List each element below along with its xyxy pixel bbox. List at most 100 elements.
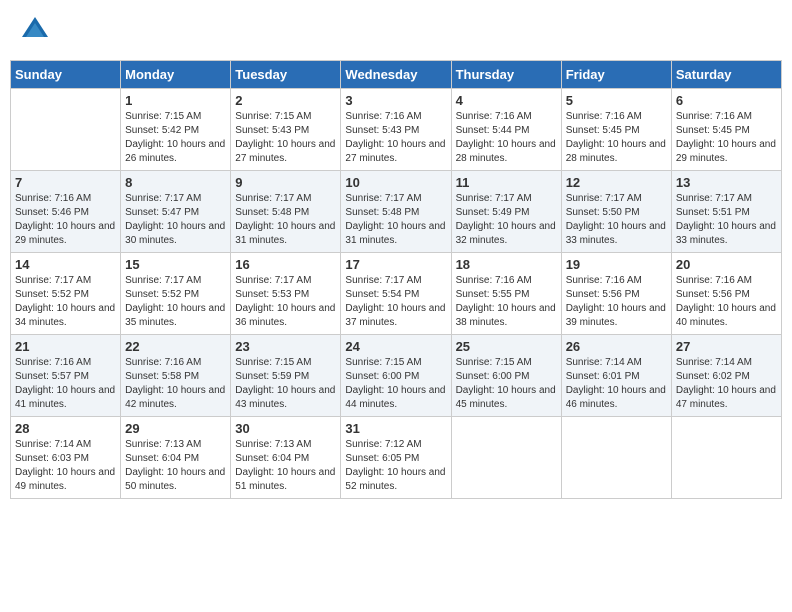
calendar-cell: 9 Sunrise: 7:17 AM Sunset: 5:48 PM Daylig… <box>231 171 341 253</box>
calendar-cell: 28 Sunrise: 7:14 AM Sunset: 6:03 PM Dayli… <box>11 417 121 499</box>
day-number: 15 <box>125 257 226 272</box>
day-number: 11 <box>456 175 557 190</box>
calendar-cell: 15 Sunrise: 7:17 AM Sunset: 5:52 PM Dayli… <box>121 253 231 335</box>
day-number: 20 <box>676 257 777 272</box>
day-info: Sunrise: 7:16 AM Sunset: 5:44 PM Dayligh… <box>456 110 557 166</box>
day-number: 7 <box>15 175 116 190</box>
day-info: Sunrise: 7:16 AM Sunset: 5:46 PM Dayligh… <box>15 192 116 248</box>
day-number: 12 <box>566 175 667 190</box>
day-number: 13 <box>676 175 777 190</box>
calendar-cell: 12 Sunrise: 7:17 AM Sunset: 5:50 PM Dayli… <box>561 171 671 253</box>
calendar-cell: 29 Sunrise: 7:13 AM Sunset: 6:04 PM Dayli… <box>121 417 231 499</box>
day-info: Sunrise: 7:17 AM Sunset: 5:49 PM Dayligh… <box>456 192 557 248</box>
calendar-table: SundayMondayTuesdayWednesdayThursdayFrid… <box>10 60 782 499</box>
day-info: Sunrise: 7:16 AM Sunset: 5:56 PM Dayligh… <box>676 274 777 330</box>
day-info: Sunrise: 7:16 AM Sunset: 5:57 PM Dayligh… <box>15 356 116 412</box>
calendar-cell: 5 Sunrise: 7:16 AM Sunset: 5:45 PM Daylig… <box>561 89 671 171</box>
day-number: 22 <box>125 339 226 354</box>
logo <box>20 15 54 45</box>
day-info: Sunrise: 7:17 AM Sunset: 5:48 PM Dayligh… <box>235 192 336 248</box>
day-info: Sunrise: 7:14 AM Sunset: 6:01 PM Dayligh… <box>566 356 667 412</box>
day-info: Sunrise: 7:15 AM Sunset: 5:43 PM Dayligh… <box>235 110 336 166</box>
day-number: 24 <box>345 339 446 354</box>
calendar-header-row: SundayMondayTuesdayWednesdayThursdayFrid… <box>11 61 782 89</box>
day-header-sunday: Sunday <box>11 61 121 89</box>
day-header-tuesday: Tuesday <box>231 61 341 89</box>
day-info: Sunrise: 7:17 AM Sunset: 5:50 PM Dayligh… <box>566 192 667 248</box>
day-number: 1 <box>125 93 226 108</box>
calendar-cell: 7 Sunrise: 7:16 AM Sunset: 5:46 PM Daylig… <box>11 171 121 253</box>
day-number: 28 <box>15 421 116 436</box>
calendar-cell: 27Sunrise: 7:14 AM Sunset: 6:02 PM Dayli… <box>671 335 781 417</box>
page-header <box>10 10 782 50</box>
day-number: 4 <box>456 93 557 108</box>
calendar-cell <box>671 417 781 499</box>
day-info: Sunrise: 7:17 AM Sunset: 5:52 PM Dayligh… <box>15 274 116 330</box>
day-info: Sunrise: 7:12 AM Sunset: 6:05 PM Dayligh… <box>345 438 446 494</box>
day-info: Sunrise: 7:15 AM Sunset: 5:59 PM Dayligh… <box>235 356 336 412</box>
day-header-monday: Monday <box>121 61 231 89</box>
calendar-cell: 20 Sunrise: 7:16 AM Sunset: 5:56 PM Dayli… <box>671 253 781 335</box>
day-number: 23 <box>235 339 336 354</box>
calendar-cell: 16Sunrise: 7:17 AM Sunset: 5:53 PM Dayli… <box>231 253 341 335</box>
day-info: Sunrise: 7:13 AM Sunset: 6:04 PM Dayligh… <box>125 438 226 494</box>
calendar-cell: 13Sunrise: 7:17 AM Sunset: 5:51 PM Dayli… <box>671 171 781 253</box>
day-info: Sunrise: 7:14 AM Sunset: 6:03 PM Dayligh… <box>15 438 116 494</box>
day-info: Sunrise: 7:15 AM Sunset: 5:42 PM Dayligh… <box>125 110 226 166</box>
calendar-cell <box>11 89 121 171</box>
day-number: 9 <box>235 175 336 190</box>
day-number: 30 <box>235 421 336 436</box>
day-info: Sunrise: 7:16 AM Sunset: 5:43 PM Dayligh… <box>345 110 446 166</box>
calendar-cell: 25Sunrise: 7:15 AM Sunset: 6:00 PM Dayli… <box>451 335 561 417</box>
day-number: 5 <box>566 93 667 108</box>
calendar-cell: 11 Sunrise: 7:17 AM Sunset: 5:49 PM Dayli… <box>451 171 561 253</box>
calendar-cell: 8 Sunrise: 7:17 AM Sunset: 5:47 PM Daylig… <box>121 171 231 253</box>
calendar-cell: 23 Sunrise: 7:15 AM Sunset: 5:59 PM Dayli… <box>231 335 341 417</box>
day-header-thursday: Thursday <box>451 61 561 89</box>
day-number: 31 <box>345 421 446 436</box>
day-number: 27 <box>676 339 777 354</box>
calendar-cell <box>451 417 561 499</box>
day-info: Sunrise: 7:17 AM Sunset: 5:54 PM Dayligh… <box>345 274 446 330</box>
day-info: Sunrise: 7:17 AM Sunset: 5:47 PM Dayligh… <box>125 192 226 248</box>
day-info: Sunrise: 7:16 AM Sunset: 5:55 PM Dayligh… <box>456 274 557 330</box>
day-number: 2 <box>235 93 336 108</box>
day-header-wednesday: Wednesday <box>341 61 451 89</box>
day-number: 29 <box>125 421 226 436</box>
day-header-friday: Friday <box>561 61 671 89</box>
day-number: 8 <box>125 175 226 190</box>
calendar-cell: 26 Sunrise: 7:14 AM Sunset: 6:01 PM Dayli… <box>561 335 671 417</box>
week-row-2: 7 Sunrise: 7:16 AM Sunset: 5:46 PM Daylig… <box>11 171 782 253</box>
day-number: 26 <box>566 339 667 354</box>
calendar-cell: 21 Sunrise: 7:16 AM Sunset: 5:57 PM Dayli… <box>11 335 121 417</box>
calendar-cell: 1 Sunrise: 7:15 AM Sunset: 5:42 PM Daylig… <box>121 89 231 171</box>
day-info: Sunrise: 7:13 AM Sunset: 6:04 PM Dayligh… <box>235 438 336 494</box>
day-info: Sunrise: 7:17 AM Sunset: 5:53 PM Dayligh… <box>235 274 336 330</box>
day-number: 3 <box>345 93 446 108</box>
day-number: 10 <box>345 175 446 190</box>
calendar-cell: 19Sunrise: 7:16 AM Sunset: 5:56 PM Dayli… <box>561 253 671 335</box>
calendar-cell: 30 Sunrise: 7:13 AM Sunset: 6:04 PM Dayli… <box>231 417 341 499</box>
day-info: Sunrise: 7:16 AM Sunset: 5:45 PM Dayligh… <box>566 110 667 166</box>
day-info: Sunrise: 7:17 AM Sunset: 5:52 PM Dayligh… <box>125 274 226 330</box>
week-row-3: 14 Sunrise: 7:17 AM Sunset: 5:52 PM Dayli… <box>11 253 782 335</box>
calendar-cell <box>561 417 671 499</box>
calendar-cell: 4 Sunrise: 7:16 AM Sunset: 5:44 PM Daylig… <box>451 89 561 171</box>
calendar-cell: 10 Sunrise: 7:17 AM Sunset: 5:48 PM Dayli… <box>341 171 451 253</box>
calendar-cell: 17Sunrise: 7:17 AM Sunset: 5:54 PM Dayli… <box>341 253 451 335</box>
day-info: Sunrise: 7:15 AM Sunset: 6:00 PM Dayligh… <box>345 356 446 412</box>
calendar-cell: 3 Sunrise: 7:16 AM Sunset: 5:43 PM Daylig… <box>341 89 451 171</box>
week-row-4: 21 Sunrise: 7:16 AM Sunset: 5:57 PM Dayli… <box>11 335 782 417</box>
calendar-cell: 18 Sunrise: 7:16 AM Sunset: 5:55 PM Dayli… <box>451 253 561 335</box>
day-number: 14 <box>15 257 116 272</box>
calendar-cell: 2 Sunrise: 7:15 AM Sunset: 5:43 PM Daylig… <box>231 89 341 171</box>
day-number: 18 <box>456 257 557 272</box>
day-number: 21 <box>15 339 116 354</box>
day-number: 25 <box>456 339 557 354</box>
calendar-cell: 14 Sunrise: 7:17 AM Sunset: 5:52 PM Dayli… <box>11 253 121 335</box>
day-info: Sunrise: 7:16 AM Sunset: 5:45 PM Dayligh… <box>676 110 777 166</box>
day-info: Sunrise: 7:16 AM Sunset: 5:58 PM Dayligh… <box>125 356 226 412</box>
calendar-cell: 22 Sunrise: 7:16 AM Sunset: 5:58 PM Dayli… <box>121 335 231 417</box>
day-header-saturday: Saturday <box>671 61 781 89</box>
day-info: Sunrise: 7:17 AM Sunset: 5:48 PM Dayligh… <box>345 192 446 248</box>
